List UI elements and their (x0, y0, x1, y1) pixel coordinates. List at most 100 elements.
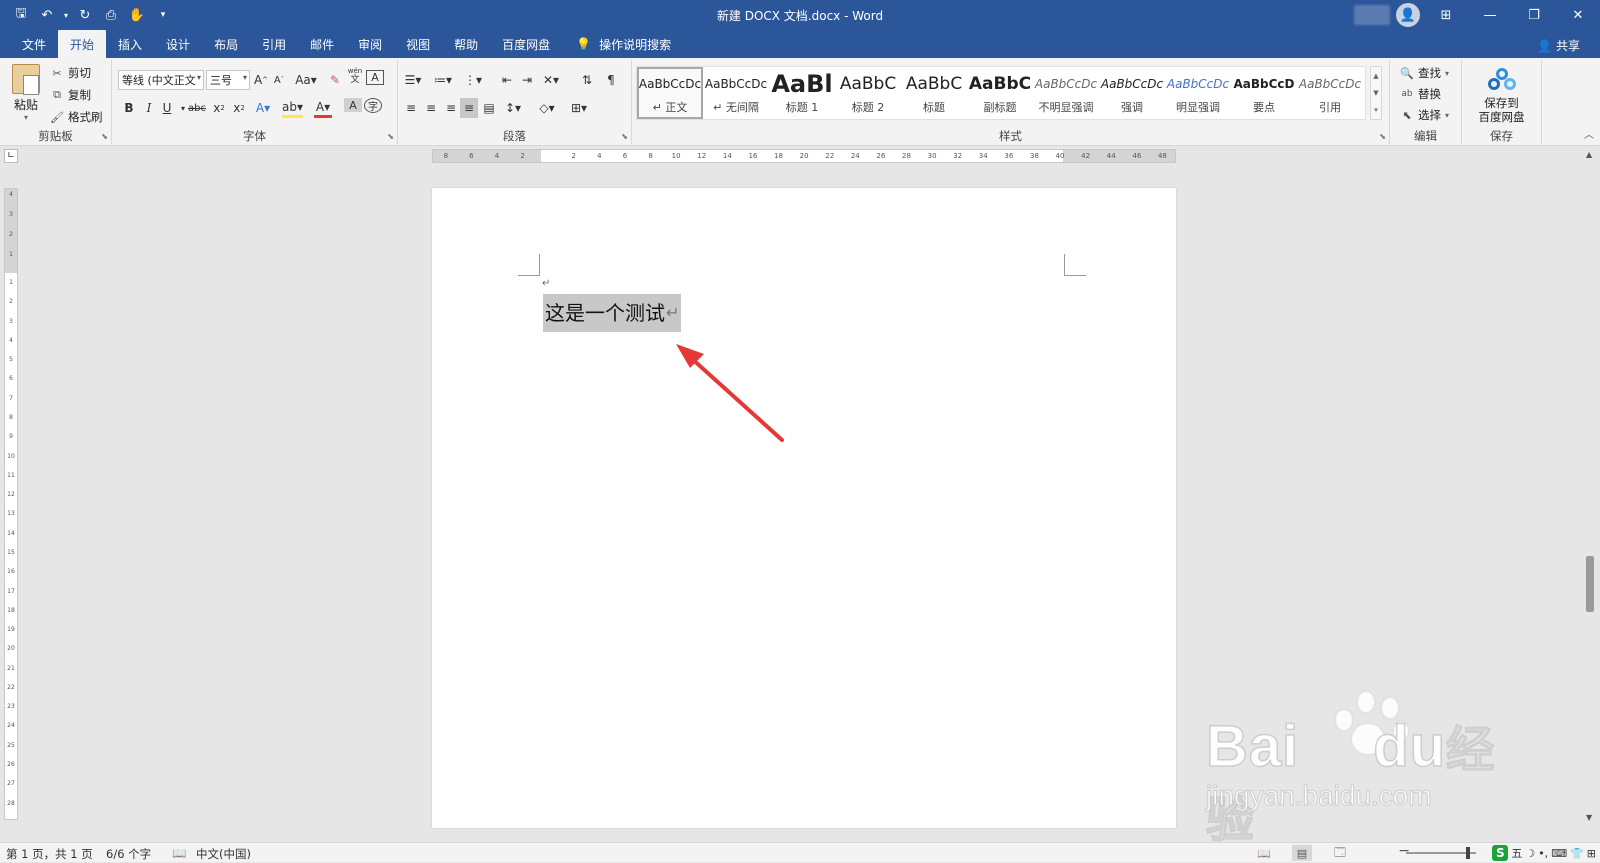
italic-icon[interactable]: I (140, 98, 158, 118)
font-family-combo[interactable]: 等线 (中文正文 ▾ (118, 70, 204, 90)
print-layout-icon[interactable]: ▤ (1292, 845, 1312, 861)
style-quote[interactable]: AaBbCcDc 引用 (1297, 67, 1363, 119)
customize-qat-icon[interactable]: ▾ (152, 5, 174, 25)
minimize-icon[interactable]: — (1468, 0, 1512, 30)
tab-mailings[interactable]: 邮件 (298, 30, 346, 58)
borders-icon[interactable]: ⊞▾ (570, 98, 588, 118)
tab-help[interactable]: 帮助 (442, 30, 490, 58)
user-avatar-icon[interactable]: 👤 (1396, 3, 1420, 27)
phonetic-guide-icon[interactable]: wén 文 (346, 66, 364, 86)
character-border-icon[interactable]: A (366, 70, 384, 85)
select-button[interactable]: ⬉ 选择 ▾ (1400, 106, 1449, 124)
tab-home[interactable]: 开始 (58, 30, 107, 58)
selected-text[interactable]: 这是一个测试 ↵ (543, 294, 682, 332)
keyboard-icon[interactable]: ⌨ (1551, 847, 1567, 860)
document-page[interactable]: ↵ 这是一个测试 ↵ (432, 188, 1176, 828)
grow-font-icon[interactable]: A ^ (252, 70, 270, 90)
highlight-color-icon[interactable]: ab▾ (282, 98, 303, 118)
sogou-ime-icon[interactable]: S (1492, 845, 1509, 861)
strikethrough-icon[interactable]: abc (188, 98, 206, 118)
increase-indent-icon[interactable]: ⇥ (518, 70, 536, 90)
vertical-scrollbar[interactable]: ▲ ▼ (1582, 146, 1600, 826)
styles-launcher-icon[interactable]: ⬊ (1379, 132, 1386, 141)
asian-layout-icon[interactable]: ✕▾ (542, 70, 560, 90)
language-indicator[interactable]: 中文(中国) (196, 846, 251, 862)
style-normal[interactable]: AaBbCcDc ↵ 正文 (637, 67, 703, 119)
clipboard-launcher-icon[interactable]: ⬊ (101, 132, 108, 141)
save-to-baidu-button[interactable]: 保存到 百度网盘 (1462, 68, 1541, 124)
scroll-down-arrow-icon[interactable]: ▼ (1586, 813, 1592, 822)
style-subtle-emphasis[interactable]: AaBbCcDc 不明显强调 (1033, 67, 1099, 119)
show-formatting-marks-icon[interactable]: ¶ (602, 70, 620, 90)
undo-icon[interactable]: ↶ (36, 5, 58, 25)
styles-gallery-scroll[interactable]: ▲ ▼ ▾ (1370, 66, 1382, 120)
share-button[interactable]: 👤 共享 (1537, 37, 1580, 54)
decrease-indent-icon[interactable]: ⇤ (498, 70, 516, 90)
scroll-down-icon[interactable]: ▼ (1373, 89, 1378, 97)
restore-icon[interactable]: ❐ (1512, 0, 1556, 30)
text-effects-icon[interactable]: A▾ (254, 98, 272, 118)
shrink-font-icon[interactable]: Aˇ (270, 70, 288, 90)
align-right-icon[interactable]: ≡ (442, 98, 460, 118)
copy-button[interactable]: ⧉ 复制 (50, 86, 103, 104)
tab-baidu-netdisk[interactable]: 百度网盘 (490, 30, 562, 58)
horizontal-ruler[interactable]: 8 6 4 2 2 4 6 8 10 12 14 16 18 20 22 24 26 28 30 32 34 36 38 40… (432, 149, 1176, 163)
replace-button[interactable]: ab 替换 (1400, 85, 1449, 103)
multilevel-list-icon[interactable]: ⋮▾ (464, 70, 482, 90)
vertical-ruler[interactable]: 4321 1 2 3 4 5 6 7 8 9 10 11 12 13 14 15 16 17 18 19 20 21 22… (4, 188, 18, 820)
tab-file[interactable]: 文件 (10, 30, 58, 58)
undo-dropdown-icon[interactable]: ▾ (62, 5, 70, 25)
superscript-icon[interactable]: x2 (230, 98, 248, 118)
zoom-slider[interactable] (1406, 847, 1476, 859)
page-count[interactable]: 第 1 页，共 1 页 (6, 846, 93, 862)
align-center-icon[interactable]: ≡ (422, 98, 440, 118)
tab-insert[interactable]: 插入 (106, 30, 154, 58)
print-preview-icon[interactable]: ⎙ (100, 5, 122, 25)
proofing-icon[interactable]: 📖 (172, 846, 186, 860)
touch-mode-icon[interactable]: ✋ (126, 5, 148, 25)
web-layout-icon[interactable]: 🗔 (1330, 845, 1350, 861)
distributed-icon[interactable]: ▤ (480, 98, 498, 118)
change-case-icon[interactable]: Aa▾ (292, 70, 320, 90)
zoom-out-icon[interactable]: − (1398, 843, 1410, 859)
font-launcher-icon[interactable]: ⬊ (387, 132, 394, 141)
line-spacing-icon[interactable]: ↕▾ (504, 98, 522, 118)
character-shading-icon[interactable]: A (344, 98, 362, 112)
tab-layout[interactable]: 布局 (202, 30, 250, 58)
scroll-up-icon[interactable]: ▲ (1373, 72, 1378, 80)
style-subtitle[interactable]: AaBbC 副标题 (967, 67, 1033, 119)
font-size-combo[interactable]: 三号 ▾ (206, 70, 250, 90)
align-left-icon[interactable]: ≡ (402, 98, 420, 118)
tab-view[interactable]: 视图 (394, 30, 442, 58)
word-count[interactable]: 6/6 个字 (106, 846, 151, 862)
style-strong[interactable]: AaBbCcD 要点 (1231, 67, 1297, 119)
moon-icon[interactable]: ☽ (1525, 847, 1535, 860)
grid-icon[interactable]: ⊞ (1587, 847, 1596, 860)
sort-icon[interactable]: ⇅ (578, 70, 596, 90)
redo-icon[interactable]: ↻ (74, 5, 96, 25)
close-icon[interactable]: ✕ (1556, 0, 1600, 30)
format-painter-button[interactable]: 🖌 格式刷 (50, 108, 102, 126)
style-heading-1[interactable]: AaBl 标题 1 (769, 67, 835, 119)
font-color-icon[interactable]: A▾ (314, 98, 332, 118)
scrollbar-thumb[interactable] (1586, 556, 1594, 612)
cut-button[interactable]: ✂ 剪切 (50, 64, 103, 82)
shading-icon[interactable]: ◇▾ (538, 98, 556, 118)
read-mode-icon[interactable]: 📖 (1254, 845, 1274, 861)
more-styles-icon[interactable]: ▾ (1374, 106, 1378, 114)
paragraph-launcher-icon[interactable]: ⬊ (621, 132, 628, 141)
bold-icon[interactable]: B (120, 98, 138, 118)
style-emphasis[interactable]: AaBbCcDc 强调 (1099, 67, 1165, 119)
tab-references[interactable]: 引用 (250, 30, 298, 58)
collapse-ribbon-icon[interactable]: ︿ (1584, 126, 1594, 141)
subscript-icon[interactable]: x2 (210, 98, 228, 118)
tab-review[interactable]: 审阅 (346, 30, 394, 58)
skin-icon[interactable]: 👕 (1570, 847, 1584, 860)
tab-design[interactable]: 设计 (154, 30, 202, 58)
tell-me-search[interactable]: 💡 操作说明搜索 (576, 30, 671, 58)
clear-formatting-icon[interactable]: ✎ (326, 70, 344, 90)
style-title[interactable]: AaBbC 标题 (901, 67, 967, 119)
numbering-icon[interactable]: ≔▾ (434, 70, 452, 90)
punctuation-icon[interactable]: •, (1538, 847, 1548, 860)
style-intense-emphasis[interactable]: AaBbCcDc 明显强调 (1165, 67, 1231, 119)
